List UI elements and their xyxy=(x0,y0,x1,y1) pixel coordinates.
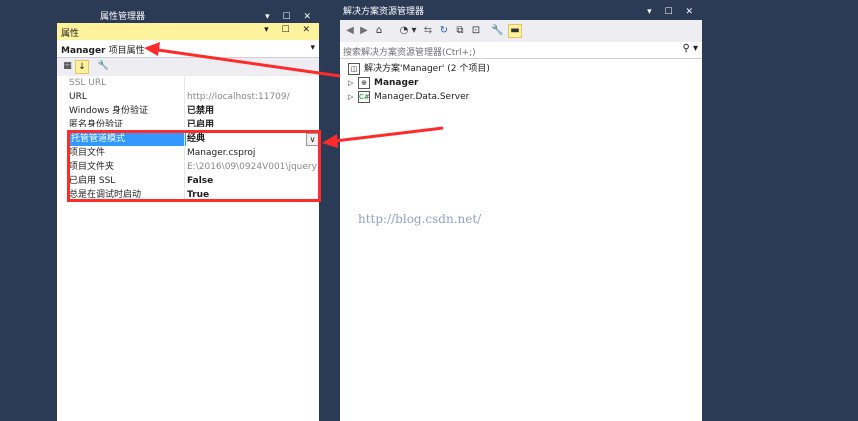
annotation-arrows xyxy=(144,42,444,148)
arrow-line-to-object xyxy=(157,48,341,78)
arrow-line-to-grid xyxy=(334,126,444,143)
arrow-head-to-object xyxy=(144,42,160,56)
arrow-head-to-grid xyxy=(322,134,338,148)
